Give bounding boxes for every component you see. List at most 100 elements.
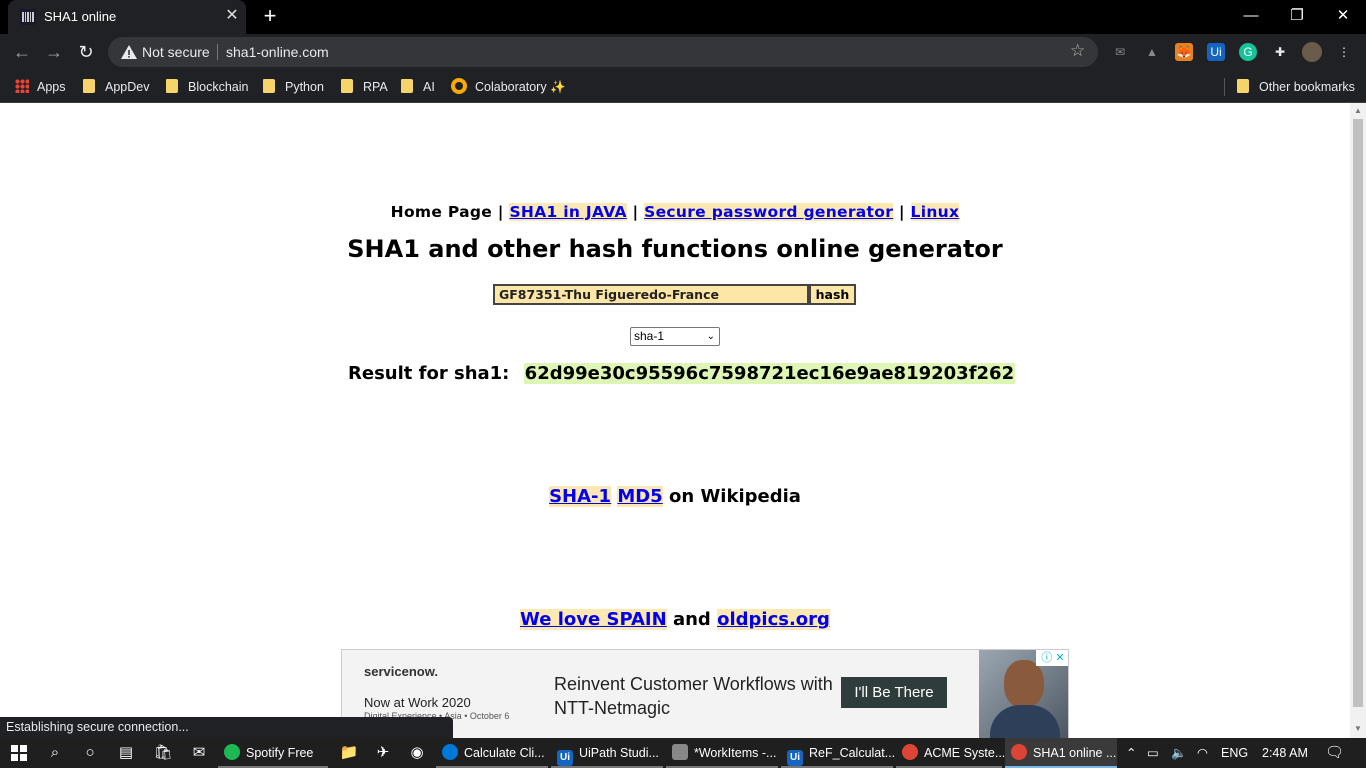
chrome-icon — [1011, 744, 1027, 760]
warning-icon — [121, 45, 137, 59]
drive-extension-icon[interactable]: ▲ — [1143, 43, 1161, 61]
omnibox-divider — [217, 44, 218, 60]
nav-link-sha1-java[interactable]: SHA1 in JAVA — [509, 203, 627, 221]
wiki-link-sha1[interactable]: SHA-1 — [549, 486, 612, 507]
nav-separator: | — [632, 203, 639, 221]
scroll-up-icon[interactable]: ▲ — [1354, 106, 1362, 115]
page-content: Home Page | SHA1 in JAVA | Secure passwo… — [0, 103, 1350, 738]
algorithm-select[interactable]: sha-1 ⌄ — [630, 327, 720, 346]
taskbar-app-chrome-sha1[interactable]: SHA1 online ... — [1005, 738, 1117, 768]
taskbar-app-chrome-acme[interactable]: ACME Syste... — [896, 738, 1005, 768]
taskbar-app-uipath-studio[interactable]: Ui UiPath Studi... — [551, 738, 663, 768]
tab-strip: SHA1 online ✕ + — ❐ ✕ — [0, 0, 1366, 34]
address-bar[interactable]: Not secure sha1-online.com ☆ — [108, 37, 1098, 67]
algorithm-selected-value: sha-1 — [634, 329, 665, 343]
task-view-icon[interactable]: ▤ — [115, 742, 137, 764]
windows-start-icon[interactable] — [8, 742, 30, 764]
nav-link-linux[interactable]: Linux — [910, 203, 960, 221]
forward-icon[interactable]: → — [43, 41, 65, 63]
hash-button[interactable]: hash — [809, 284, 856, 305]
folder-icon — [341, 79, 353, 93]
new-tab-icon[interactable]: + — [259, 5, 281, 27]
bookmark-rpa[interactable]: RPA — [341, 77, 388, 97]
taskbar-app-label: *WorkItems -... — [694, 746, 777, 760]
file-explorer-icon[interactable]: 📁 — [338, 742, 360, 764]
bookmark-ai[interactable]: AI — [401, 77, 435, 97]
top-nav: Home Page | SHA1 in JAVA | Secure passwo… — [0, 203, 1350, 221]
bookmark-label: Other bookmarks — [1259, 80, 1355, 94]
metamask-extension-icon[interactable]: 🦊 — [1175, 43, 1193, 61]
wifi-icon[interactable]: ◠ — [1197, 738, 1208, 768]
folder-icon — [166, 79, 178, 93]
language-indicator[interactable]: ENG — [1221, 738, 1248, 768]
back-icon[interactable]: ← — [11, 41, 33, 63]
folder-icon — [401, 79, 413, 93]
battery-icon[interactable]: ▭ — [1147, 738, 1159, 768]
result-label: Result for sha1: — [348, 363, 510, 384]
nav-separator: | — [898, 203, 905, 221]
folder-icon — [263, 79, 275, 93]
tray-overflow-icon[interactable]: ⌃ — [1126, 738, 1136, 768]
security-label[interactable]: Not secure — [142, 44, 210, 60]
bookmark-colaboratory[interactable]: Colaboratory ✨ — [451, 77, 566, 97]
search-icon[interactable]: ⌕ — [44, 742, 66, 764]
store-icon[interactable]: 🛍 — [152, 742, 174, 764]
bookmark-appdev[interactable]: AppDev — [83, 77, 149, 97]
taskbar-app-label: SHA1 online ... — [1033, 746, 1117, 760]
url-text[interactable]: sha1-online.com — [226, 44, 329, 60]
cortana-icon[interactable]: ○ — [79, 742, 101, 764]
tab-close-icon[interactable]: ✕ — [224, 7, 240, 25]
page-title: SHA1 and other hash functions online gen… — [347, 235, 1003, 263]
bookmark-label: RPA — [363, 80, 388, 94]
taskbar-app-spotify[interactable]: Spotify Free — [218, 738, 328, 768]
taskbar-app-edge[interactable]: Calculate Cli... — [436, 738, 548, 768]
bookmark-label: AI — [423, 80, 435, 94]
clock[interactable]: 2:48 AM — [1262, 738, 1308, 768]
bookmark-star-icon[interactable]: ☆ — [1070, 41, 1085, 61]
link-we-love-spain[interactable]: We love SPAIN — [520, 609, 667, 630]
restore-icon[interactable]: ❐ — [1274, 4, 1320, 28]
volume-icon[interactable]: 🔈 — [1171, 738, 1187, 768]
uipath-icon: Ui — [557, 750, 573, 766]
minimize-icon[interactable]: — — [1228, 4, 1274, 28]
bookmark-other[interactable]: Other bookmarks — [1237, 77, 1355, 97]
bookmark-blockchain[interactable]: Blockchain — [166, 77, 248, 97]
bookmark-python[interactable]: Python — [263, 77, 324, 97]
reload-icon[interactable]: ↻ — [75, 41, 97, 63]
bookmark-apps[interactable]: Apps — [15, 77, 66, 97]
browser-tab[interactable]: SHA1 online ✕ — [8, 0, 246, 34]
scroll-down-icon[interactable]: ▼ — [1354, 724, 1362, 733]
wiki-link-md5[interactable]: MD5 — [617, 486, 663, 507]
window-close-icon[interactable]: ✕ — [1320, 4, 1366, 28]
taskbar-app-label: ReF_Calculat... — [809, 746, 896, 760]
taskbar-app-uipath-ref[interactable]: Ui ReF_Calculat... — [781, 738, 896, 768]
telegram-icon[interactable]: ✈ — [372, 742, 394, 764]
ad-choices-close-icon[interactable]: ⓘ ✕ — [1036, 650, 1068, 666]
ad-photo-face — [1004, 660, 1044, 708]
link-oldpics[interactable]: oldpics.org — [717, 609, 830, 630]
hash-text-input[interactable]: GF87351-Thu Figueredo-France — [493, 284, 809, 305]
taskbar-app-label: UiPath Studi... — [579, 746, 659, 760]
page-scrollbar[interactable]: ▲ ▼ — [1350, 103, 1366, 738]
notifications-icon[interactable]: 🗨 — [1325, 738, 1344, 768]
extensions-puzzle-icon[interactable]: ✚ — [1271, 43, 1289, 61]
status-bubble: Establishing secure connection... — [0, 717, 453, 738]
grammarly-extension-icon[interactable]: G — [1239, 43, 1257, 61]
nav-link-password-generator[interactable]: Secure password generator — [644, 203, 894, 221]
result-line: Result for sha1: 62d99e30c95596c7598721e… — [348, 363, 1016, 384]
chrome-icon[interactable]: ◉ — [406, 742, 428, 764]
wikipedia-line: SHA-1 MD5 on Wikipedia — [0, 486, 1350, 507]
chrome-icon — [902, 744, 918, 760]
profile-avatar[interactable] — [1302, 42, 1322, 62]
scrollbar-thumb[interactable] — [1353, 119, 1363, 707]
ad-cta-button[interactable]: I'll Be There — [841, 677, 947, 708]
nav-home: Home Page — [390, 203, 493, 221]
taskbar-app-notepad[interactable]: *WorkItems -... — [666, 738, 778, 768]
mail-icon[interactable]: ✉ — [188, 742, 210, 764]
bookmark-label: Blockchain — [188, 80, 249, 94]
uipath-extension-icon[interactable]: Ui — [1207, 43, 1225, 61]
menu-kebab-icon[interactable]: ⋮ — [1335, 43, 1353, 61]
mail-extension-icon[interactable]: ✉ — [1111, 43, 1129, 61]
edge-icon — [442, 744, 458, 760]
folder-icon — [83, 79, 95, 93]
